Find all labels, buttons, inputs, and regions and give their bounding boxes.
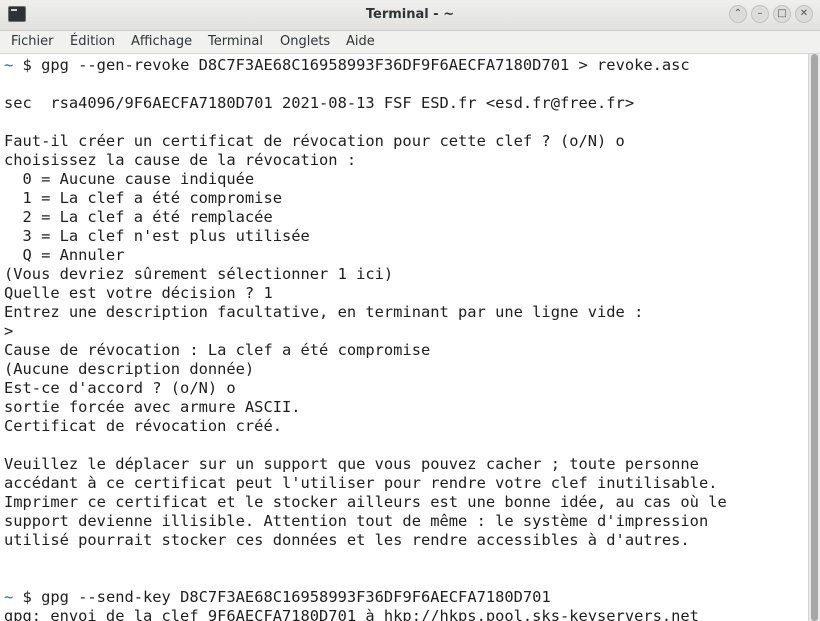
terminal-line: sortie forcée avec armure ASCII. [4,398,301,417]
terminal-line: Cause de révocation : La clef a été comp… [4,341,430,360]
terminal-line: ~ $ gpg --send-key D8C7F3AE68C16958993F3… [4,588,551,607]
prompt-directory: ~ [4,56,14,74]
scrollbar-thumb[interactable] [811,54,818,621]
terminal-line-text: Certificat de révocation créé. [4,417,282,435]
terminal-line: 1 = La clef a été compromise [4,189,282,208]
title-bar[interactable]: Terminal - ~ ⌃ – □ ✕ [0,0,820,31]
terminal-line-text: sec rsa4096/9F6AECFA7180D701 2021-08-13 … [4,94,635,112]
terminal-line: choisissez la cause de la révocation : [4,151,356,170]
terminal-line-text: 1 = La clef a été compromise [4,189,282,207]
terminal-line-text: Q = Annuler [4,246,125,264]
menu-item-aide[interactable]: Aide [346,34,375,49]
terminal-line-text: Entrez une description facultative, en t… [4,303,644,321]
terminal-line: 3 = La clef n'est plus utilisée [4,227,310,246]
terminal-line-text: 0 = Aucune cause indiquée [4,170,255,188]
terminal-line: 2 = La clef a été remplacée [4,208,273,227]
terminal-line: accédant à ce certificat peut l'utiliser… [4,474,717,493]
terminal-line: 0 = Aucune cause indiquée [4,170,255,189]
terminal-line-text: Veuillez le déplacer sur un support que … [4,455,699,473]
vertical-scrollbar[interactable] [808,54,820,621]
terminal-line: Imprimer ce certificat et le stocker ail… [4,493,727,512]
terminal-line: gpg: envoi de la clef 9F6AECFA7180D701 à… [4,607,699,621]
terminal-line-text: Cause de révocation : La clef a été comp… [4,341,431,359]
terminal-line: support devienne illisible. Attention to… [4,512,708,531]
terminal-line-text: choisissez la cause de la révocation : [4,151,357,169]
menu-bar: Fichier Édition Affichage Terminal Onglets Ai… [0,31,820,54]
terminal-line: ~ $ gpg --gen-revoke D8C7F3AE68C16958993… [4,56,690,75]
terminal-line-text: $ gpg --send-key D8C7F3AE68C16958993F36D… [13,588,551,606]
terminal-line-text: Faut-il créer un certificat de révocatio… [4,132,625,150]
terminal-line: Faut-il créer un certificat de révocatio… [4,132,625,151]
terminal-line: Entrez une description facultative, en t… [4,303,643,322]
terminal-line: Q = Annuler [4,246,125,265]
menu-item-fichier[interactable]: Fichier [11,34,54,49]
window-maximize-button[interactable]: □ [773,5,791,23]
terminal-line: utilisé pourrait stocker ces données et … [4,531,690,550]
terminal-line-text: (Aucune description donnée) [4,360,255,378]
terminal-line: Veuillez le déplacer sur un support que … [4,455,699,474]
terminal-line-text: > [4,322,14,340]
close-icon: ✕ [799,8,809,19]
window-minimize-button[interactable]: – [751,5,769,23]
menu-item-edition[interactable]: Édition [70,34,115,49]
menu-item-terminal[interactable]: Terminal [208,34,263,49]
terminal-line-text: 2 = La clef a été remplacée [4,208,273,226]
terminal-line-text: utilisé pourrait stocker ces données et … [4,531,690,549]
terminal-line-text: accédant à ce certificat peut l'utiliser… [4,474,718,492]
terminal-line-text: (Vous devriez sûrement sélectionner 1 ic… [4,265,394,283]
window-title: Terminal - ~ [365,7,455,22]
chevron-up-icon: ⌃ [733,8,743,19]
terminal-line-text: support devienne illisible. Attention to… [4,512,709,530]
maximize-icon: □ [777,8,787,19]
terminal-line: Est-ce d'accord ? (o/N) o [4,379,236,398]
window-up-button[interactable]: ⌃ [729,5,747,23]
terminal-line: Quelle est votre décision ? 1 [4,284,273,303]
terminal-line: sec rsa4096/9F6AECFA7180D701 2021-08-13 … [4,94,634,113]
terminal-output[interactable]: ~ $ gpg --gen-revoke D8C7F3AE68C16958993… [0,54,808,621]
terminal-line-text: gpg: envoi de la clef 9F6AECFA7180D701 à… [4,607,699,621]
prompt-directory: ~ [4,588,14,606]
terminal-line: (Aucune description donnée) [4,360,254,379]
terminal-line-text: sortie forcée avec armure ASCII. [4,398,301,416]
terminal-line-text: Quelle est votre décision ? 1 [4,284,273,302]
terminal-line: (Vous devriez sûrement sélectionner 1 ic… [4,265,393,284]
menu-item-affichage[interactable]: Affichage [131,34,192,49]
terminal-line: > [4,322,13,341]
menu-item-onglets[interactable]: Onglets [280,34,330,49]
minimize-icon: – [757,8,763,19]
terminal-line-text: 3 = La clef n'est plus utilisée [4,227,310,245]
terminal-line-text: Imprimer ce certificat et le stocker ail… [4,493,727,511]
terminal-window: Terminal - ~ ⌃ – □ ✕ Fichier Édition Affichag… [0,0,820,621]
terminal-line: Certificat de révocation créé. [4,417,282,436]
terminal-line-text: $ gpg --gen-revoke D8C7F3AE68C16958993F3… [13,56,690,74]
terminal-line-text: Est-ce d'accord ? (o/N) o [4,379,236,397]
window-close-button[interactable]: ✕ [795,5,813,23]
